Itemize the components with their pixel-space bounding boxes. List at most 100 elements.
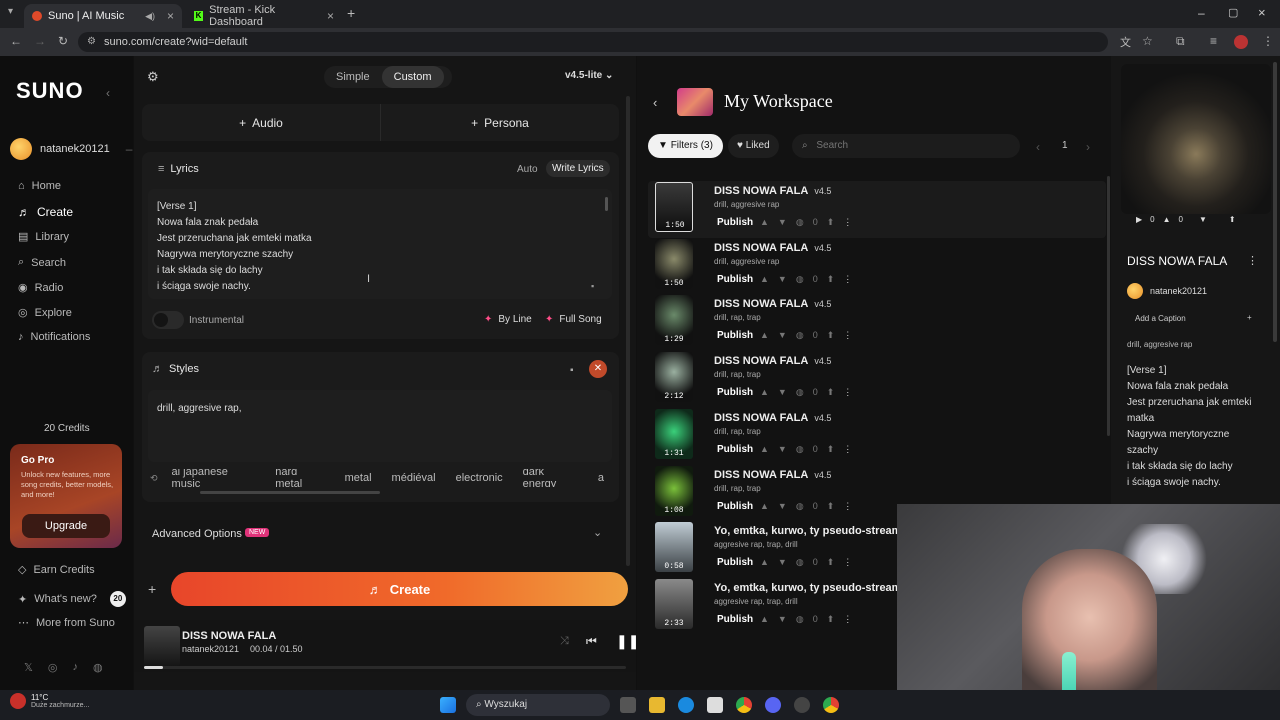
edge-icon[interactable] xyxy=(678,697,694,713)
close-tab-icon[interactable]: × xyxy=(167,9,174,23)
dislike-icon[interactable]: ▼ xyxy=(778,557,796,567)
share-icon[interactable]: ⬆ xyxy=(827,501,844,511)
dislike-icon[interactable]: ▼ xyxy=(778,614,796,624)
menu-icon[interactable]: ⋮ xyxy=(1262,34,1274,48)
comment-icon[interactable]: ◍ xyxy=(796,444,813,454)
like-icon[interactable]: ▲ xyxy=(760,614,778,624)
comment-icon[interactable]: ◍ xyxy=(796,557,813,567)
more-options-icon[interactable]: ⋮ xyxy=(843,501,861,511)
chrome-active-icon[interactable] xyxy=(823,697,839,713)
refresh-icon[interactable]: ⟲ xyxy=(150,473,158,484)
mode-simple[interactable]: Simple xyxy=(324,66,382,88)
publish-button[interactable]: Publish xyxy=(717,217,753,228)
app-icon[interactable] xyxy=(794,697,810,713)
publish-button[interactable]: Publish xyxy=(717,614,753,625)
player-progress-track[interactable] xyxy=(144,666,626,669)
song-thumbnail[interactable]: 0:58 xyxy=(655,522,693,573)
publish-button[interactable]: Publish xyxy=(717,501,753,512)
publish-button[interactable]: Publish xyxy=(717,557,753,568)
more-options-icon[interactable]: ⋮ xyxy=(843,217,861,227)
new-tab-icon[interactable]: + xyxy=(347,5,355,21)
sidebar-item-earn-credits[interactable]: ◇ Earn Credits xyxy=(18,563,95,577)
audio-button[interactable]: + Audio xyxy=(142,104,381,141)
publish-button[interactable]: Publish xyxy=(717,444,753,455)
search-input[interactable] xyxy=(816,140,997,151)
taskbar-search[interactable]: ⌕ Wyszukaj xyxy=(466,694,610,716)
more-options-icon[interactable]: ⋮ xyxy=(843,614,861,624)
song-thumbnail[interactable]: 1:50 xyxy=(655,238,693,289)
dislike-icon[interactable]: ▼ xyxy=(1199,215,1207,224)
task-view-icon[interactable] xyxy=(620,697,636,713)
share-icon[interactable]: ⬆ xyxy=(827,274,844,284)
song-thumbnail[interactable]: 1:08 xyxy=(655,465,693,516)
comment-icon[interactable]: ◍ xyxy=(796,330,813,340)
share-icon[interactable]: ⬆ xyxy=(827,217,844,227)
trash-icon[interactable]: ▪ xyxy=(570,365,574,376)
sidebar-item-radio[interactable]: ◉ Radio xyxy=(18,281,63,295)
style-chip[interactable]: metal xyxy=(337,470,380,486)
mode-custom[interactable]: Custom xyxy=(381,66,444,88)
create-button[interactable]: ♬ Create xyxy=(171,572,628,606)
dislike-icon[interactable]: ▼ xyxy=(778,217,796,227)
profile-avatar[interactable] xyxy=(1234,35,1248,49)
song-title[interactable]: Yo, emtka, kurwo, ty pseudo-streamezε xyxy=(714,525,924,537)
comment-icon[interactable]: ◍ xyxy=(796,387,813,397)
instrumental-toggle[interactable] xyxy=(152,311,184,329)
song-thumbnail[interactable]: 1:29 xyxy=(655,295,693,346)
prev-page-icon[interactable]: ‹ xyxy=(1036,140,1040,154)
share-icon[interactable]: ⬆ xyxy=(827,330,844,340)
advanced-options-row[interactable]: Advanced Options NEW ⌄ xyxy=(142,520,619,548)
close-window-icon[interactable]: × xyxy=(1258,5,1266,20)
sidebar-item-home[interactable]: ⌂ Home xyxy=(18,180,61,192)
like-icon[interactable]: ▲ xyxy=(1163,215,1171,224)
url-field[interactable]: ⚙ suno.com/create?wid=default xyxy=(78,32,1108,52)
like-icon[interactable]: ▲ xyxy=(760,330,778,340)
previous-icon[interactable]: ⏮ xyxy=(586,634,597,649)
lyrics-scrollbar[interactable] xyxy=(605,197,608,211)
song-thumbnail[interactable]: 1:50 xyxy=(655,182,693,232)
full-song-button[interactable]: ✦ Full Song xyxy=(545,314,602,325)
more-options-icon[interactable]: ⋮ xyxy=(843,444,861,454)
style-chip[interactable]: hard metal xyxy=(267,469,332,487)
sidebar-item-explore[interactable]: ◎ Explore xyxy=(18,306,72,320)
file-explorer-icon[interactable] xyxy=(649,697,665,713)
style-chip[interactable]: electronic xyxy=(448,470,511,486)
song-title[interactable]: DISS NOWA FALA v4.5 xyxy=(714,469,831,481)
translate-icon[interactable]: 文 xyxy=(1120,34,1131,50)
song-title[interactable]: DISS NOWA FALA v4.5 xyxy=(714,412,831,424)
pause-icon[interactable]: ❚❚ xyxy=(616,633,639,650)
mute-icon[interactable]: ◀) xyxy=(145,11,155,22)
song-title[interactable]: DISS NOWA FALA v4.5 xyxy=(714,242,831,254)
tab-kick[interactable]: K Stream - Kick Dashboard × xyxy=(186,4,342,28)
share-icon[interactable]: ⬆ xyxy=(827,557,844,567)
instagram-icon[interactable]: ◎ xyxy=(48,661,58,674)
liked-button[interactable]: ♥ Liked xyxy=(728,134,779,158)
song-row[interactable]: 2:12 DISS NOWA FALA v4.5 drill, rap, trap Pu… xyxy=(655,352,1105,408)
store-icon[interactable] xyxy=(707,697,723,713)
like-icon[interactable]: ▲ xyxy=(760,444,778,454)
x-icon[interactable]: 𝕏 xyxy=(24,661,33,674)
dislike-icon[interactable]: ▼ xyxy=(778,444,796,454)
model-select[interactable]: v4.5-lite ⌄ xyxy=(565,70,613,81)
song-row[interactable]: 1:50 DISS NOWA FALA v4.5 drill, aggresive r… xyxy=(655,238,1105,295)
persona-button[interactable]: + Persona xyxy=(381,104,619,141)
comment-icon[interactable]: ◍ xyxy=(796,274,813,284)
middle-scrollbar[interactable] xyxy=(626,96,630,566)
detail-cover[interactable] xyxy=(1121,64,1271,214)
like-icon[interactable]: ▲ xyxy=(760,501,778,511)
song-thumbnail[interactable]: 2:12 xyxy=(655,352,693,403)
lyrics-textarea[interactable]: [Verse 1] Nowa fala znak pedała Jest przer… xyxy=(148,189,612,299)
by-line-button[interactable]: ✦ By Line xyxy=(484,314,532,325)
player-artist[interactable]: natanek20121 xyxy=(182,644,239,654)
chips-scrollbar[interactable] xyxy=(200,491,380,494)
more-options-icon[interactable]: ⋮ xyxy=(1247,254,1258,267)
more-options-icon[interactable]: ⋮ xyxy=(843,557,861,567)
windows-start-icon[interactable] xyxy=(440,697,456,713)
like-icon[interactable]: ▲ xyxy=(760,557,778,567)
song-title[interactable]: Yo, emtka, kurwo, ty pseudo-streamezε xyxy=(714,582,924,594)
comment-icon[interactable]: ◍ xyxy=(796,217,813,227)
song-title[interactable]: DISS NOWA FALA v4.5 xyxy=(714,298,831,310)
chrome-icon[interactable] xyxy=(736,697,752,713)
tiktok-icon[interactable]: ♪ xyxy=(72,661,78,674)
sidebar-item-search[interactable]: ⌕ Search xyxy=(18,256,66,269)
